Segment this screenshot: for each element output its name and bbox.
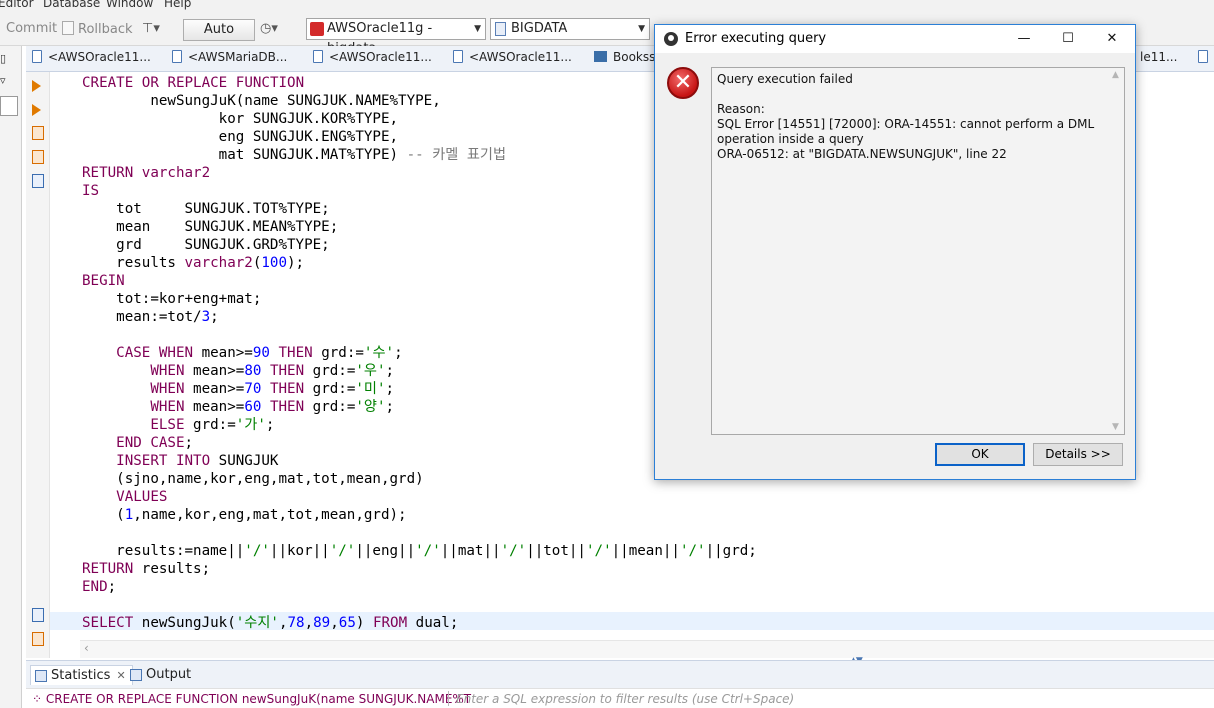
editor-side-toolbar (26, 72, 50, 658)
tab-output[interactable]: Output (126, 665, 191, 685)
chevron-down-icon: ▼ (474, 24, 481, 34)
app-icon (664, 32, 678, 46)
navigator-filter-input[interactable] (0, 96, 18, 116)
sql-editor-icon (1198, 50, 1208, 63)
tab-editor-1[interactable]: <AWSOracle11... (32, 50, 151, 68)
tab-overflow[interactable] (1198, 50, 1214, 68)
code-line[interactable]: results:=name||'/'||kor||'/'||eng||'/'||… (82, 542, 757, 560)
dialog-title-bar: Error executing query — ☐ ✕ (655, 25, 1135, 53)
execute-script-new-tab-icon[interactable] (32, 150, 44, 164)
panel-icon: ▯ (0, 52, 7, 65)
menu-window[interactable]: Window (106, 0, 153, 10)
menu-bar: Editor Database Window Help (0, 0, 1214, 12)
save-script-icon[interactable] (32, 632, 44, 646)
execute-script-icon[interactable] (32, 126, 44, 140)
minimize-icon[interactable]: — (1001, 25, 1047, 53)
tab-bookss[interactable]: Bookss (594, 50, 655, 68)
results-filter-bar: ⁘ CREATE OR REPLACE FUNCTION newSungJuK(… (26, 688, 1214, 708)
commit-button[interactable]: Commit (6, 21, 57, 36)
schema-icon (495, 22, 506, 36)
menu-help[interactable]: Help (164, 0, 191, 10)
sql-editor-icon (313, 50, 323, 63)
results-filter-input[interactable]: Enter a SQL expression to filter results… (456, 692, 794, 706)
chevron-down-icon[interactable]: ▿ (0, 74, 6, 87)
execute-statement-icon[interactable] (32, 80, 44, 94)
oracle-connection-icon (310, 22, 324, 36)
maximize-icon[interactable]: ☐ (1045, 25, 1091, 53)
tab-editor-3[interactable]: <AWSOracle11... (313, 50, 432, 68)
active-query-label[interactable]: ⁘ CREATE OR REPLACE FUNCTION newSungJuK(… (32, 692, 471, 706)
tab-editor-4[interactable]: <AWSOracle11... (453, 50, 572, 68)
code-line[interactable]: RETURN results; (82, 560, 757, 578)
table-icon (594, 51, 607, 62)
schema-select[interactable]: BIGDATA ▼ (490, 18, 650, 40)
sql-editor-icon (453, 50, 463, 63)
menu-database[interactable]: Database (43, 0, 100, 10)
code-line[interactable]: SELECT newSungJuk('수지',78,89,65) FROM du… (82, 614, 757, 632)
message-vertical-scrollbar[interactable]: ▲ ▼ (1109, 68, 1124, 434)
rollback-button[interactable]: Rollback (62, 21, 133, 37)
chevron-left-icon[interactable]: ‹ (84, 641, 89, 655)
code-line[interactable]: ​ (82, 524, 757, 542)
close-icon[interactable]: ✕ (1089, 25, 1135, 53)
history-icon[interactable]: ◷▾ (260, 21, 278, 36)
sql-editor-icon (32, 50, 42, 63)
execute-in-new-tab-icon[interactable] (32, 104, 44, 118)
divider (448, 691, 449, 706)
tab-editor-2[interactable]: <AWSMariaDB... (172, 50, 287, 68)
datasource-select[interactable]: AWSOracle11g - bigdata ▼ (306, 18, 486, 56)
results-panel-tabs: Statistics ✕ Output (26, 660, 1214, 688)
chevron-down-icon: ▼ (638, 24, 645, 34)
code-line[interactable]: END; (82, 578, 757, 596)
output-icon (130, 669, 142, 681)
error-icon: ✕ (667, 67, 699, 99)
code-line[interactable]: (1,name,kor,eng,mat,tot,mean,grd); (82, 506, 757, 524)
sql-editor-icon (172, 50, 182, 63)
chevron-up-icon[interactable]: ▲ (1112, 70, 1119, 80)
editor-horizontal-scrollbar[interactable]: ‹ (80, 640, 1214, 658)
load-script-icon[interactable] (32, 608, 44, 622)
tab-statistics[interactable]: Statistics ✕ (30, 665, 133, 685)
dialog-title: Error executing query (685, 31, 827, 46)
details-button[interactable]: Details >> (1033, 443, 1123, 466)
code-line[interactable]: VALUES (82, 488, 757, 506)
code-line[interactable]: ​ (82, 596, 757, 614)
tab-editor-6[interactable]: le11... (1140, 50, 1177, 68)
navigator-panel-edge: ▯ ▿ (0, 46, 22, 708)
chevron-down-icon[interactable]: ▼ (1112, 422, 1119, 432)
error-dialog: Error executing query — ☐ ✕ ✕ Query exec… (654, 24, 1136, 480)
statistics-icon (35, 670, 47, 682)
auto-commit-button[interactable]: Auto (183, 19, 255, 41)
rollback-icon (62, 21, 74, 35)
transaction-mode-icon[interactable]: ⊤▾ (142, 21, 160, 36)
error-message-box[interactable]: Query execution failed Reason: SQL Error… (711, 67, 1125, 435)
ok-button[interactable]: OK (935, 443, 1025, 466)
explain-plan-icon[interactable] (32, 174, 44, 188)
close-icon[interactable]: ✕ (116, 669, 125, 682)
error-message: Query execution failed Reason: SQL Error… (717, 72, 1095, 161)
menu-editor[interactable]: Editor (0, 0, 34, 10)
